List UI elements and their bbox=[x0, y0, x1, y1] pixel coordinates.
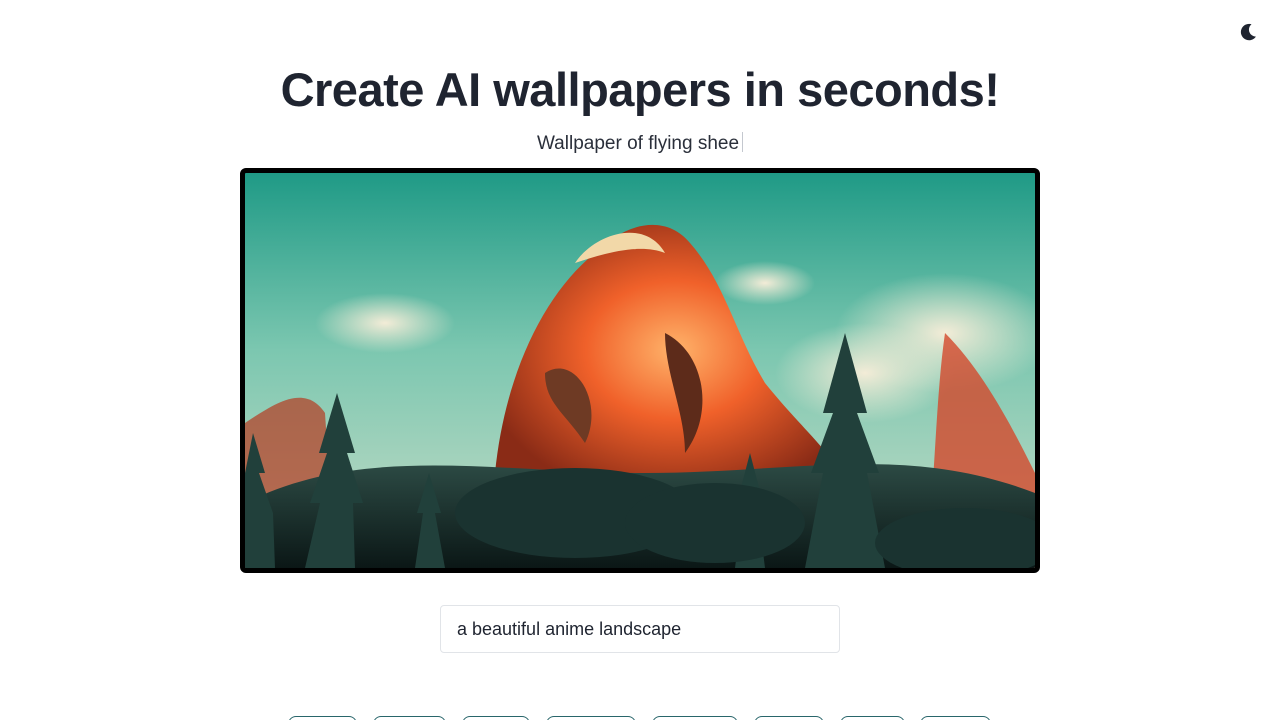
generated-wallpaper-image bbox=[245, 173, 1035, 568]
prompt-input[interactable] bbox=[440, 605, 840, 653]
moon-icon bbox=[1240, 23, 1256, 41]
page-title: Create AI wallpapers in seconds! bbox=[280, 63, 1000, 116]
typing-text: Wallpaper of flying shee bbox=[536, 133, 740, 154]
suggestion-tag[interactable] bbox=[546, 716, 636, 720]
suggestion-tag[interactable] bbox=[652, 716, 738, 720]
suggestion-tag[interactable] bbox=[754, 716, 824, 720]
suggestion-tag[interactable] bbox=[920, 716, 991, 720]
typing-caret bbox=[742, 132, 744, 152]
suggestion-tag[interactable] bbox=[288, 716, 357, 720]
wallpaper-preview bbox=[240, 168, 1040, 573]
suggestion-tag[interactable] bbox=[462, 716, 530, 720]
theme-toggle-button[interactable] bbox=[1236, 20, 1260, 44]
suggestion-tag[interactable] bbox=[840, 716, 905, 720]
suggestion-tags bbox=[0, 716, 1280, 720]
typing-subtitle: Wallpaper of flying shee bbox=[0, 132, 1280, 155]
suggestion-tag[interactable] bbox=[373, 716, 446, 720]
